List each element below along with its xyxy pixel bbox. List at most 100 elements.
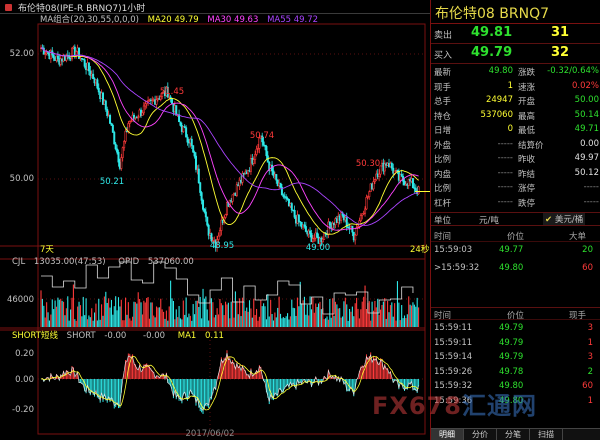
range-tag-left: 7天 — [40, 245, 54, 255]
candle-body — [241, 173, 244, 183]
opid-name: OPID — [118, 257, 140, 267]
candle-body — [204, 211, 207, 218]
unit-usd-label: 美元/桶 — [554, 215, 584, 225]
candle-body — [186, 136, 189, 143]
candle-body — [411, 178, 414, 189]
tab-2[interactable]: 分笔 — [497, 429, 530, 440]
trades-time-header: 时间 — [434, 311, 452, 321]
price-annotation: 50.30 — [356, 159, 380, 169]
price-annotation: 49.00 — [306, 243, 330, 253]
stat-value: 1 — [507, 80, 513, 91]
stat-value: 49.97 — [574, 153, 599, 163]
panel-tabs: 明细 分价 分笔 扫描 — [431, 428, 600, 440]
candle-body — [372, 181, 375, 190]
ma1-label: MA1 — [177, 331, 197, 341]
candle-body — [378, 173, 381, 177]
candle-body — [316, 232, 319, 238]
watermark-text-1: FX678 — [372, 392, 462, 420]
candle-body — [328, 221, 331, 226]
buy-row[interactable]: 买入 49.79 32 — [431, 44, 600, 64]
candle-body — [83, 59, 86, 67]
stat-value: 49.80 — [488, 66, 513, 76]
trade-time: 15:59:26 — [434, 366, 473, 377]
opid-value: 537060.00 — [147, 257, 194, 267]
candle-body — [297, 214, 300, 222]
trade-price: 49.79 — [499, 323, 524, 333]
candle-body — [279, 182, 282, 188]
trade-qty: 1 — [587, 337, 593, 348]
price-annotation: 50.21 — [100, 177, 124, 187]
big-tick-row[interactable]: >15:59:32 49.80 60 — [431, 262, 600, 275]
stat-label: 涨停 — [518, 184, 536, 194]
candle-body — [190, 138, 193, 146]
candle-body — [78, 47, 81, 59]
stat-left-9: 杠杆 ----- — [431, 197, 515, 210]
cjl-name: CJL — [12, 257, 26, 267]
buy-label: 买入 — [434, 51, 453, 61]
trade-row[interactable]: 15:59:11 49.79 1 — [431, 337, 600, 350]
stat-right-1: 速涨 0.02% — [515, 81, 600, 94]
stat-value: 49.71 — [574, 124, 599, 134]
trades-qty-header: 现手 — [569, 311, 587, 321]
tab-0[interactable]: 明细 — [431, 429, 464, 440]
watermark-text-2: 汇通网 — [462, 392, 537, 420]
stat-right-8: 涨停 ----- — [515, 182, 600, 195]
stat-value: ----- — [583, 182, 599, 192]
stat-value: ----- — [497, 153, 513, 163]
chart-canvas[interactable]: 52.00 50.00 46000 0.20 0.00 -0.20 2017/06/02 7天… — [0, 14, 430, 440]
stat-value: 50.14 — [574, 109, 599, 120]
short-legend: SHORT短线 SHORT -0.00 -0.00 MA1 0.11 — [12, 329, 230, 341]
check-icon: ✔ — [545, 215, 553, 225]
unit-label: 单位 — [434, 216, 452, 226]
chart-area[interactable]: 52.00 50.00 46000 0.20 0.00 -0.20 2017/06/02 7天… — [0, 14, 430, 440]
stat-value: ----- — [497, 196, 513, 207]
big-tick-row[interactable]: 15:59:03 49.77 20 — [431, 244, 600, 257]
date-label: 2017/06/02 — [186, 429, 235, 439]
price-axis-label: 52.00 — [10, 49, 34, 59]
main-legend: MA组合(20,30,55,0,0,0) MA20 49.79 MA30 49.… — [40, 13, 324, 25]
trade-row[interactable]: 15:59:14 49.79 3 — [431, 351, 600, 364]
stat-value: 0.00 — [580, 138, 599, 149]
tab-1[interactable]: 分价 — [464, 429, 497, 440]
sell-price: 49.81 — [471, 25, 513, 40]
candle-body — [265, 146, 268, 157]
candle-body — [365, 197, 368, 210]
price-axis-label: 50.00 — [10, 174, 34, 184]
ma55-label: MA55 49.72 — [267, 15, 319, 25]
candle-body — [255, 148, 258, 155]
tick-price: 49.80 — [499, 263, 524, 273]
trade-qty: 3 — [587, 352, 593, 362]
stat-right-3: 最高 50.14 — [515, 110, 600, 123]
candle-body — [120, 157, 123, 169]
stat-left-7: 内盘 ----- — [431, 168, 515, 181]
unit-bar: 单位 元/吨 ✔ 美元/桶 — [431, 212, 600, 226]
stat-label: 最高 — [518, 111, 536, 122]
ma30-label: MA30 49.63 — [207, 15, 259, 25]
trades-price-header: 价位 — [507, 311, 525, 321]
candle-body — [104, 100, 107, 110]
candle-body — [113, 132, 116, 145]
trade-row[interactable]: 15:59:11 49.79 3 — [431, 322, 600, 335]
trade-row[interactable]: 15:59:26 49.78 2 — [431, 366, 600, 379]
stat-left-1: 现手 1 — [431, 81, 515, 94]
unit-yuan-option[interactable]: 元/吨 — [479, 214, 499, 226]
stat-label: 内盘 — [434, 169, 452, 180]
candle-body — [106, 109, 109, 117]
price-annotation: 51.45 — [160, 87, 184, 97]
sell-row[interactable]: 卖出 49.81 31 — [431, 24, 600, 44]
candle-body — [52, 54, 55, 59]
tab-3[interactable]: 扫描 — [530, 429, 563, 440]
stat-right-9: 跌停 ----- — [515, 197, 600, 210]
tick-qty: 60 — [582, 263, 593, 273]
stat-value: 537060 — [480, 109, 513, 120]
stat-value: 0.02% — [571, 80, 599, 91]
stat-value: 24947 — [485, 95, 513, 105]
ma1-value: 0.11 — [205, 331, 224, 341]
short-name: SHORT短线 — [12, 331, 58, 341]
tick-time: 15:59:03 — [434, 245, 473, 255]
trade-time: 15:59:14 — [434, 352, 473, 362]
unit-usd-option[interactable]: ✔ 美元/桶 — [543, 213, 586, 225]
candle-body — [179, 121, 182, 126]
candle-body — [231, 194, 234, 202]
candle-body — [141, 112, 144, 116]
